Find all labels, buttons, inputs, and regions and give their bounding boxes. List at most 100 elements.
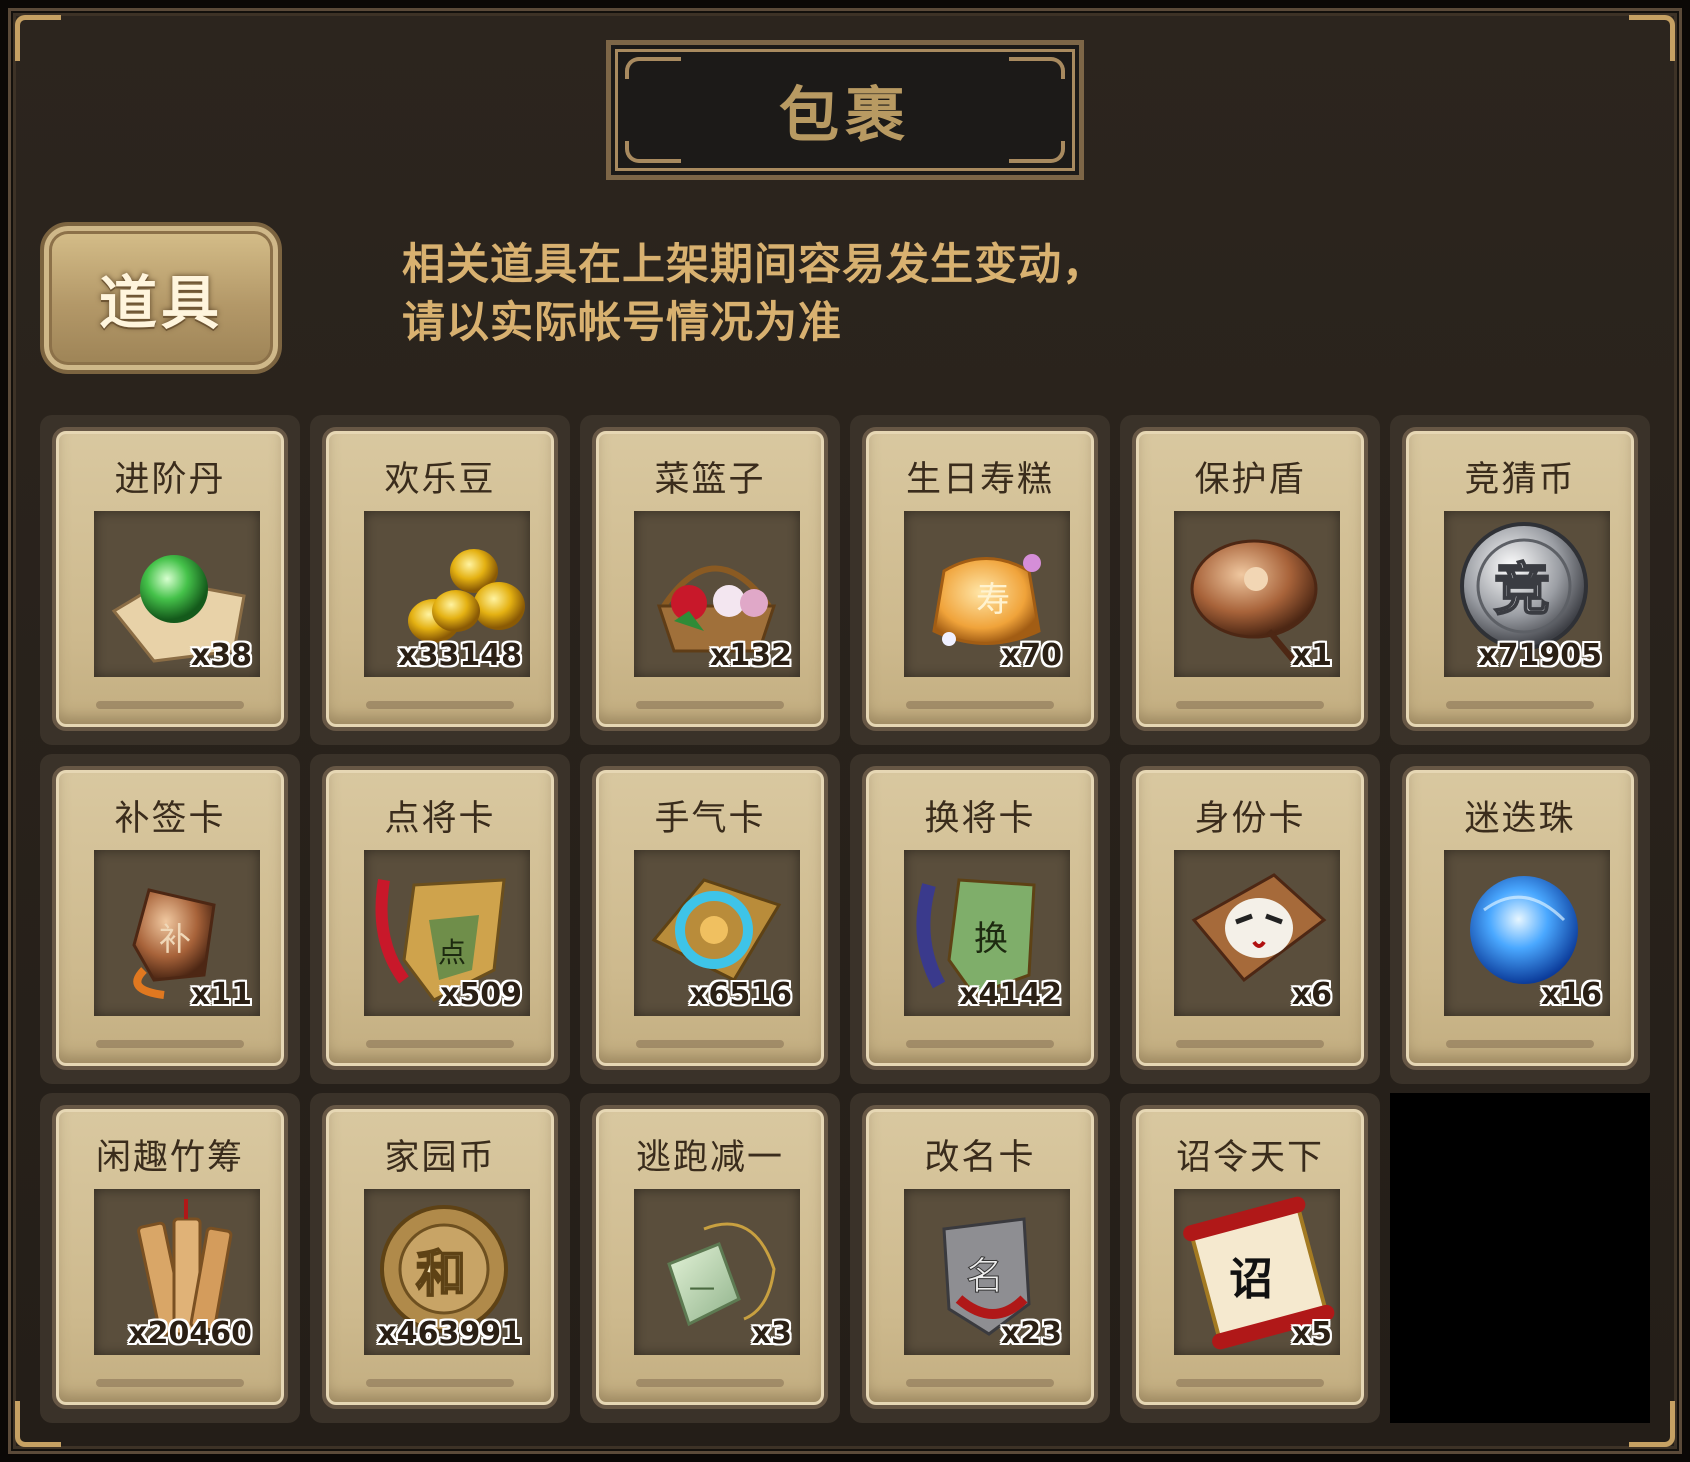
item-card: 闲趣竹筹 x20460 [52, 1105, 288, 1409]
item-card: 菜篮子 x132 [592, 427, 828, 731]
svg-text:补: 补 [159, 920, 191, 958]
card-footer-ornament [1446, 1040, 1594, 1048]
notice-text: 相关道具在上架期间容易发生变动， 请以实际帐号情况为准 [402, 236, 1162, 352]
item-name: 改名卡 [924, 1138, 1036, 1178]
window-title-plate: 包裹 [606, 40, 1084, 180]
item-name: 欢乐豆 [384, 460, 496, 500]
card-footer-ornament [906, 1040, 1054, 1048]
item-card: 家园币和 x463991 [322, 1105, 558, 1409]
opera-mask-card-icon: x6 [1174, 850, 1340, 1016]
item-card: 竞猜币竞 x71905 [1402, 427, 1638, 731]
item-card: 诏令天下诏 x5 [1132, 1105, 1368, 1409]
luck-card-icon: x6516 [634, 850, 800, 1016]
item-count: x20460 [128, 1316, 252, 1351]
item-slot[interactable]: 家园币和 x463991 [310, 1093, 570, 1423]
title-ornament [625, 57, 681, 79]
item-card: 保护盾 x1 [1132, 427, 1368, 731]
item-name: 换将卡 [924, 799, 1036, 839]
card-footer-ornament [906, 1379, 1054, 1387]
item-slot[interactable]: 迷迭珠 x16 [1390, 754, 1650, 1084]
item-name: 菜篮子 [654, 460, 766, 500]
item-card: 换将卡换 x4142 [862, 766, 1098, 1070]
card-footer-ornament [1176, 1379, 1324, 1387]
item-card: 生日寿糕寿 x70 [862, 427, 1098, 731]
item-count: x3 [751, 1316, 792, 1351]
card-footer-ornament [96, 1379, 244, 1387]
item-name: 生日寿糕 [905, 460, 1054, 500]
item-count: x11 [190, 977, 252, 1012]
item-count: x38 [190, 638, 252, 673]
item-card: 身份卡 x6 [1132, 766, 1368, 1070]
gold-beans-icon: x33148 [364, 511, 530, 677]
item-slot[interactable]: 手气卡 x6516 [580, 754, 840, 1084]
notice-line-2: 请以实际帐号情况为准 [402, 298, 842, 348]
swap-card-icon: 换 x4142 [904, 850, 1070, 1016]
title-ornament [1009, 141, 1065, 163]
card-footer-ornament [366, 701, 514, 709]
card-footer-ornament [906, 701, 1054, 709]
item-name: 诏令天下 [1175, 1138, 1324, 1178]
item-name: 竞猜币 [1464, 460, 1576, 500]
blue-orb-icon: x16 [1444, 850, 1610, 1016]
item-count: x33148 [398, 638, 522, 673]
item-slot[interactable]: 生日寿糕寿 x70 [850, 415, 1110, 745]
item-count: x16 [1540, 977, 1602, 1012]
item-card: 迷迭珠 x16 [1402, 766, 1638, 1070]
item-count: x6516 [689, 977, 792, 1012]
jade-pendant-icon: 一 x3 [634, 1189, 800, 1355]
item-card: 手气卡 x6516 [592, 766, 828, 1070]
rename-plaque-icon: 名 x23 [904, 1189, 1070, 1355]
card-footer-ornament [636, 1040, 784, 1048]
item-card: 逃跑减一一 x3 [592, 1105, 828, 1409]
tab-items-label: 道具 [98, 269, 223, 337]
round-shield-icon: x1 [1174, 511, 1340, 677]
item-name: 手气卡 [654, 799, 766, 839]
svg-text:竞: 竞 [1494, 558, 1550, 623]
item-count: x6 [1291, 977, 1332, 1012]
item-slot[interactable]: 保护盾 x1 [1120, 415, 1380, 745]
item-name: 保护盾 [1194, 460, 1306, 500]
item-slot[interactable]: 欢乐豆 x33148 [310, 415, 570, 745]
item-slot[interactable]: 换将卡换 x4142 [850, 754, 1110, 1084]
svg-text:和: 和 [416, 1245, 466, 1303]
card-footer-ornament [96, 701, 244, 709]
item-slot[interactable]: 进阶丹 x38 [40, 415, 300, 745]
svg-text:寿: 寿 [976, 580, 1010, 620]
item-count: x23 [1000, 1316, 1062, 1351]
svg-text:诏: 诏 [1229, 1254, 1273, 1305]
item-slot[interactable]: 闲趣竹筹 x20460 [40, 1093, 300, 1423]
flower-basket-icon: x132 [634, 511, 800, 677]
item-card: 点将卡点 x509 [322, 766, 558, 1070]
item-slot[interactable]: 改名卡名 x23 [850, 1093, 1110, 1423]
svg-text:名: 名 [966, 1254, 1004, 1298]
item-slot[interactable]: 点将卡点 x509 [310, 754, 570, 1084]
imperial-scroll-icon: 诏 x5 [1174, 1189, 1340, 1355]
corner-ornament [1629, 15, 1675, 61]
bamboo-tokens-icon: x20460 [94, 1189, 260, 1355]
card-footer-ornament [366, 1040, 514, 1048]
item-name: 身份卡 [1194, 799, 1306, 839]
card-footer-ornament [636, 701, 784, 709]
item-count: x463991 [377, 1316, 522, 1351]
silver-coin-icon: 竞 x71905 [1444, 511, 1610, 677]
item-card: 改名卡名 x23 [862, 1105, 1098, 1409]
item-slot[interactable]: 诏令天下诏 x5 [1120, 1093, 1380, 1423]
gold-coin-icon: 和 x463991 [364, 1189, 530, 1355]
item-name: 进阶丹 [114, 460, 226, 500]
item-slot[interactable]: 身份卡 x6 [1120, 754, 1380, 1084]
card-footer-ornament [636, 1379, 784, 1387]
svg-text:换: 换 [974, 919, 1008, 959]
item-slot[interactable]: 菜篮子 x132 [580, 415, 840, 745]
bronze-tag-icon: 补 x11 [94, 850, 260, 1016]
green-orb-icon: x38 [94, 511, 260, 677]
corner-ornament [15, 15, 61, 61]
item-slot[interactable]: 竞猜币竞 x71905 [1390, 415, 1650, 745]
item-slot[interactable]: 补签卡补 x11 [40, 754, 300, 1084]
item-name: 点将卡 [384, 799, 496, 839]
tab-items[interactable]: 道具 [40, 222, 282, 374]
item-count: x4142 [959, 977, 1062, 1012]
birthday-cake-icon: 寿 x70 [904, 511, 1070, 677]
item-name: 逃跑减一 [635, 1138, 784, 1178]
item-slot[interactable]: 逃跑减一一 x3 [580, 1093, 840, 1423]
item-count: x71905 [1478, 638, 1602, 673]
